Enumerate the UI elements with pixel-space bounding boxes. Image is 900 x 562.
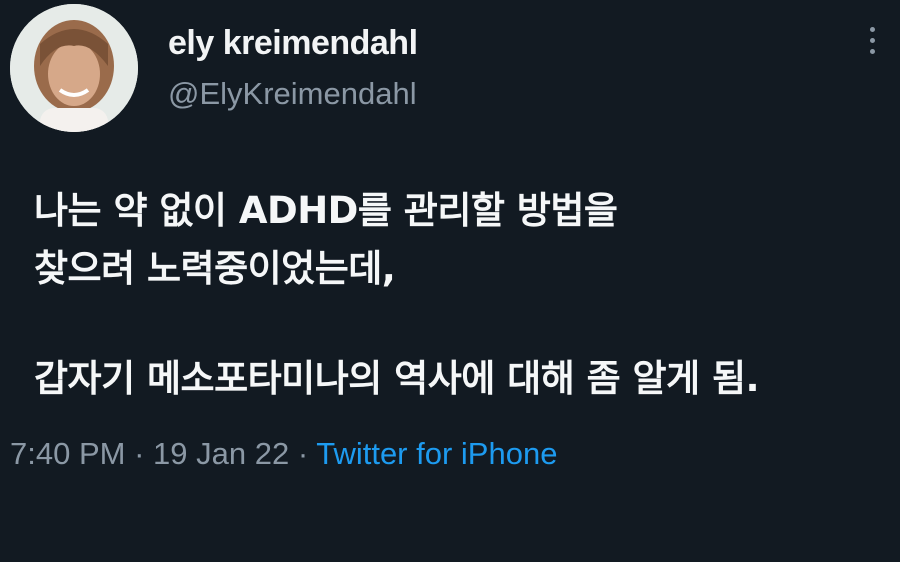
tweet-text-line: 갑자기 메소포타미나의 역사에 대해 좀 알게 됨. — [34, 357, 760, 400]
tweet-card: ely kreimendahl @ElyKreimendahl 나는 약 없이 … — [0, 0, 900, 562]
tweet-text-line: 찾으려 노력중이었는데, — [34, 247, 396, 290]
more-options-button[interactable] — [856, 18, 888, 62]
tweet-metadata: 7:40 PM · 19 Jan 22 · Twitter for iPhone — [10, 436, 557, 472]
separator: · — [134, 436, 145, 471]
tweet-source-link[interactable]: Twitter for iPhone — [316, 436, 557, 471]
more-vertical-icon — [869, 37, 875, 43]
tweet-text-line: 나는 약 없이 ADHD를 관리할 방법을 — [34, 189, 618, 232]
more-vertical-icon — [869, 26, 875, 32]
more-vertical-icon — [869, 48, 875, 54]
tweet-date[interactable]: 19 Jan 22 — [153, 436, 289, 471]
separator: · — [297, 436, 309, 471]
avatar[interactable] — [10, 4, 138, 132]
author-display-name[interactable]: ely kreimendahl — [168, 24, 418, 63]
author-handle[interactable]: @ElyKreimendahl — [168, 76, 417, 112]
avatar-photo — [10, 4, 138, 132]
tweet-time[interactable]: 7:40 PM — [10, 436, 125, 471]
